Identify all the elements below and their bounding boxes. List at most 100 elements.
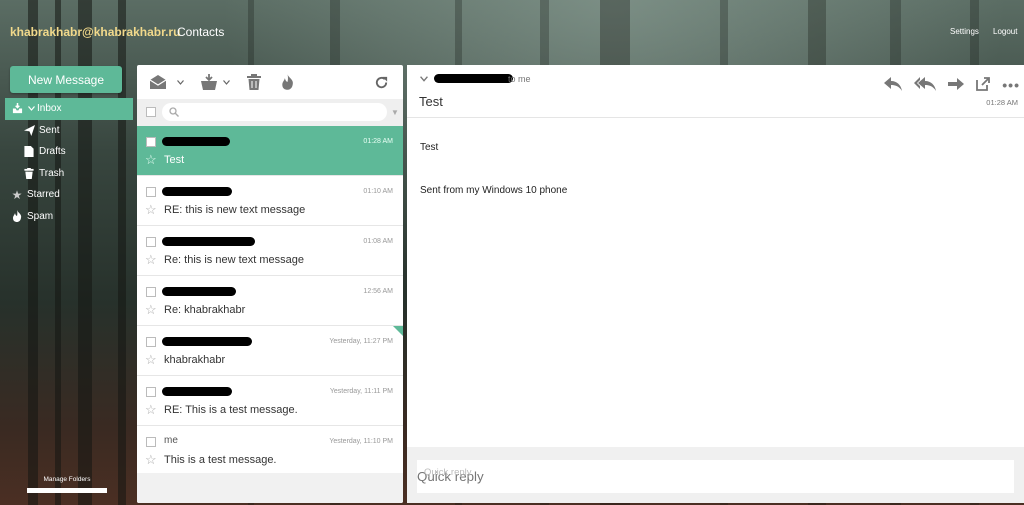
manage-folders-link[interactable]: Manage Folders xyxy=(27,476,107,483)
message-checkbox[interactable] xyxy=(146,437,156,447)
message-subject: Re: khabrakhabr xyxy=(164,304,246,316)
reply-icon[interactable] xyxy=(884,76,903,94)
trash-icon xyxy=(23,167,35,179)
new-message-button[interactable]: New Message xyxy=(10,66,122,93)
message-time: 12:56 AM xyxy=(363,288,393,295)
inbox-icon xyxy=(11,103,23,115)
sidebar-item-drafts[interactable]: Drafts xyxy=(5,141,133,163)
message-subject: Re: this is new text message xyxy=(164,254,305,266)
sidebar-item-label: Sent xyxy=(39,124,60,136)
list-item[interactable]: me Yesterday, 11:10 PM ☆ This is a test … xyxy=(137,426,403,476)
redacted-sender xyxy=(162,387,232,396)
more-icon[interactable]: ••• xyxy=(1002,77,1020,93)
message-time: 01:10 AM xyxy=(363,188,393,195)
list-item[interactable]: 01:10 AM ☆ RE: this is new text message xyxy=(137,176,403,226)
list-footer xyxy=(137,473,403,503)
sidebar-item-label: Drafts xyxy=(39,146,66,158)
fire-icon xyxy=(11,210,23,223)
list-item[interactable]: 12:56 AM ☆ Re: khabrakhabr xyxy=(137,276,403,326)
flag-corner-icon xyxy=(393,326,403,336)
search-input[interactable] xyxy=(162,103,387,121)
message-subject: This is a test message. xyxy=(164,454,277,466)
select-all-checkbox[interactable] xyxy=(146,107,156,117)
redacted-sender xyxy=(162,337,252,346)
recipient-text: to me xyxy=(508,74,531,84)
redacted-sender xyxy=(162,237,255,246)
message-checkbox[interactable] xyxy=(146,337,156,347)
chevron-down-icon[interactable] xyxy=(420,74,428,85)
message-sender: me xyxy=(164,435,178,446)
list-item[interactable]: 01:28 AM ☆ Test xyxy=(137,126,403,176)
message-checkbox[interactable] xyxy=(146,137,156,147)
redacted-sender xyxy=(162,187,232,196)
logout-link[interactable]: Logout xyxy=(993,27,1017,36)
star-icon[interactable]: ☆ xyxy=(145,303,157,316)
sidebar-item-label: Starred xyxy=(27,189,60,201)
contacts-link[interactable]: Contacts xyxy=(177,25,224,39)
redacted-sender xyxy=(434,74,513,83)
message-time: Yesterday, 11:11 PM xyxy=(329,388,393,395)
top-bar: khabrakhabr@khabrakhabr.ru Contacts Sett… xyxy=(0,0,1024,62)
quick-reply-input[interactable] xyxy=(417,460,1014,493)
account-email[interactable]: khabrakhabr@khabrakhabr.ru xyxy=(10,25,180,39)
message-actions: ••• xyxy=(884,75,1020,95)
forward-icon[interactable] xyxy=(948,77,965,94)
read-envelope-icon[interactable] xyxy=(149,73,167,91)
message-time: 01:28 AM xyxy=(363,138,393,145)
message-subject: RE: This is a test message. xyxy=(164,404,298,416)
folder-list: Inbox Sent Drafts Trash ★ Starred Spam xyxy=(5,98,133,227)
message-time: Yesterday, 11:27 PM xyxy=(329,338,393,345)
message-subject: khabrakhabr xyxy=(164,354,226,366)
refresh-icon[interactable] xyxy=(374,73,389,91)
redacted-sender xyxy=(162,287,236,296)
message-checkbox[interactable] xyxy=(146,187,156,197)
star-icon: ★ xyxy=(11,187,23,202)
settings-link[interactable]: Settings xyxy=(950,27,979,36)
star-icon[interactable]: ☆ xyxy=(145,203,157,216)
message-list-pane: ▼ 01:28 AM ☆ Test 01:10 AM ☆ RE: this is… xyxy=(137,65,403,503)
chevron-down-icon[interactable] xyxy=(177,73,184,91)
star-icon[interactable]: ☆ xyxy=(145,253,157,266)
pop-out-icon[interactable] xyxy=(976,76,991,94)
message-time: 01:28 AM xyxy=(986,98,1018,107)
message-subject-heading: Test xyxy=(419,94,443,109)
sidebar-item-inbox[interactable]: Inbox xyxy=(5,98,133,120)
header-divider xyxy=(407,117,1024,118)
message-body-signature: Sent from my Windows 10 phone xyxy=(420,185,568,196)
star-icon[interactable]: ☆ xyxy=(145,403,157,416)
message-checkbox[interactable] xyxy=(146,237,156,247)
chevron-down-icon[interactable] xyxy=(223,73,230,91)
message-time: Yesterday, 11:10 PM xyxy=(329,438,393,445)
manage-folders-bar xyxy=(27,488,107,493)
fire-icon[interactable] xyxy=(281,73,294,91)
sidebar-item-spam[interactable]: Spam xyxy=(5,206,133,228)
list-item[interactable]: Yesterday, 11:11 PM ☆ RE: This is a test… xyxy=(137,376,403,426)
quick-reply-area xyxy=(407,447,1024,503)
quick-reply-placeholder: Quick reply xyxy=(424,467,472,478)
message-checkbox[interactable] xyxy=(146,287,156,297)
sidebar-item-trash[interactable]: Trash xyxy=(5,163,133,185)
sidebar-item-label: Spam xyxy=(27,210,54,222)
move-to-folder-icon[interactable] xyxy=(200,73,218,91)
sidebar-item-label: Trash xyxy=(39,167,65,179)
star-icon[interactable]: ☆ xyxy=(145,153,157,166)
sidebar-item-starred[interactable]: ★ Starred xyxy=(5,184,133,206)
sidebar-item-sent[interactable]: Sent xyxy=(5,120,133,142)
reading-pane: to me Test ••• 01:28 AM Test Sent from m… xyxy=(407,65,1024,503)
message-subject: Test xyxy=(164,154,185,166)
chevron-down-icon[interactable] xyxy=(27,103,35,115)
star-icon[interactable]: ☆ xyxy=(145,453,157,466)
list-item[interactable]: Yesterday, 11:27 PM ☆ khabrakhabr xyxy=(137,326,403,376)
send-icon xyxy=(23,124,35,136)
redacted-sender xyxy=(162,137,230,146)
chevron-down-icon[interactable]: ▼ xyxy=(391,108,399,117)
reply-all-icon[interactable] xyxy=(914,76,937,94)
message-time: 01:08 AM xyxy=(363,238,393,245)
sidebar-item-label: Inbox xyxy=(37,103,62,115)
list-item[interactable]: 01:08 AM ☆ Re: this is new text message xyxy=(137,226,403,276)
draft-icon xyxy=(23,146,35,158)
star-icon[interactable]: ☆ xyxy=(145,353,157,366)
message-checkbox[interactable] xyxy=(146,387,156,397)
list-toolbar xyxy=(137,65,403,99)
trash-icon[interactable] xyxy=(247,73,261,91)
